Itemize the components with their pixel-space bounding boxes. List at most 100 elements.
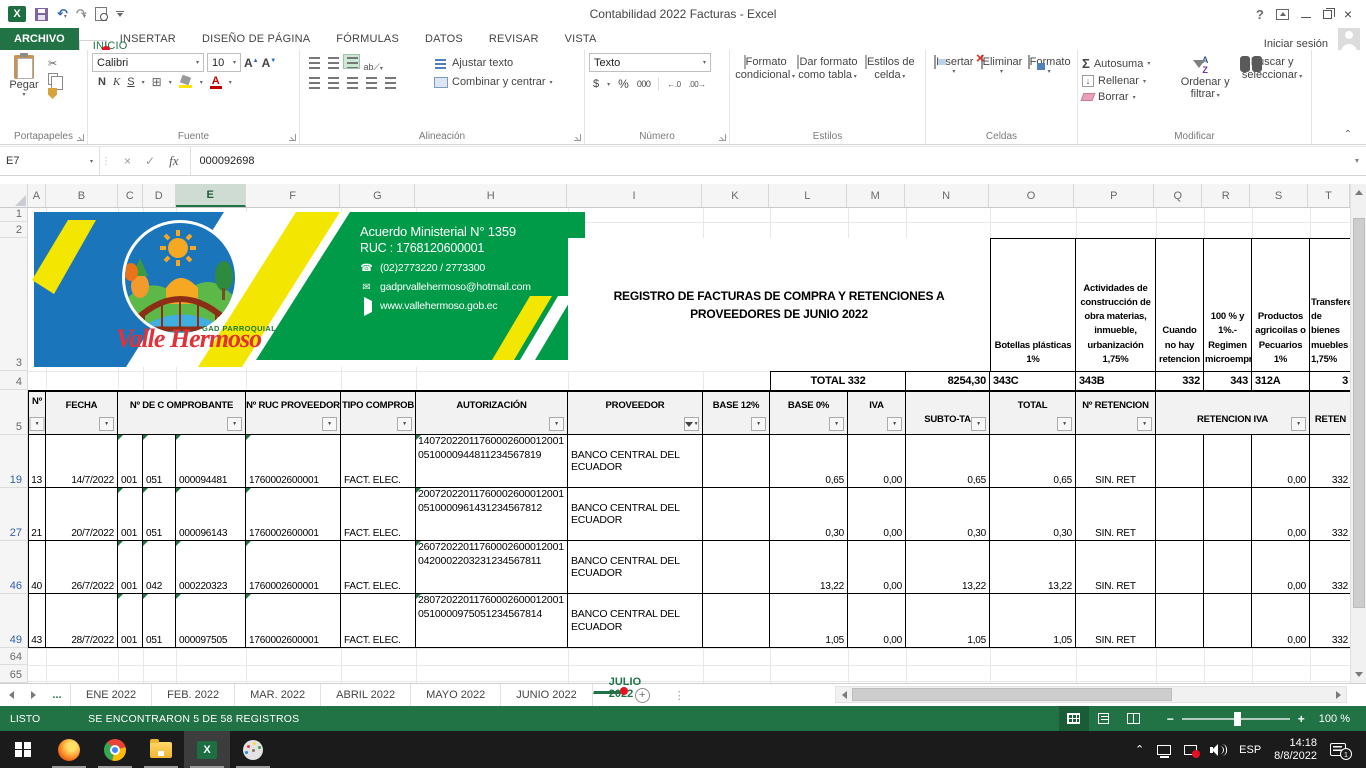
save-icon[interactable] (35, 8, 48, 21)
cancel-icon[interactable]: × (124, 154, 131, 168)
cell-ruc[interactable]: 1760002600001 (246, 541, 341, 594)
tab-archivo[interactable]: ARCHIVO (0, 28, 79, 50)
filter-dropdown-icon[interactable] (1137, 417, 1152, 431)
increase-font-icon[interactable]: A▲ (244, 56, 259, 70)
tray-expand-icon[interactable]: ⌃ (1135, 743, 1144, 756)
header-ruc[interactable]: Nº RUC PROVEEDOR (246, 392, 341, 435)
align-top-icon[interactable] (305, 54, 322, 69)
cell-q[interactable] (1156, 435, 1204, 488)
percent-icon[interactable]: % (618, 77, 629, 91)
underline-button[interactable]: S (127, 76, 134, 88)
cell-autorizacion[interactable]: 2807202201176000260001200105100009750512… (416, 594, 568, 648)
sheet-tab-abril[interactable]: ABRIL 2022 (321, 684, 411, 706)
font-color-icon[interactable]: A (210, 76, 222, 89)
wrap-text-button[interactable]: Ajustar texto (434, 57, 553, 69)
print-preview-icon[interactable] (95, 7, 107, 21)
row-header-filtered[interactable]: 46 (0, 541, 28, 594)
cell-proveedor[interactable]: BANCO CENTRAL DEL ECUADOR (568, 594, 703, 648)
header-proveedor[interactable]: PROVEEDOR (568, 392, 703, 435)
cell-num-retencion[interactable]: SIN. RET (1076, 435, 1156, 488)
row-header[interactable]: 3 (0, 238, 28, 371)
cell-q[interactable] (1156, 541, 1204, 594)
align-center-icon[interactable] (324, 74, 341, 89)
cell-iva[interactable]: 0,00 (848, 541, 906, 594)
zoom-slider-thumb[interactable] (1234, 712, 1241, 726)
cell-subtotal[interactable]: 1,05 (906, 594, 990, 648)
cell-tipo[interactable]: FACT. ELEC. (341, 541, 416, 594)
align-middle-icon[interactable] (324, 54, 341, 69)
sign-in-link[interactable]: Iniciar sesión (1264, 38, 1338, 50)
cell-total[interactable]: 0,30 (990, 488, 1076, 541)
code-332-cell[interactable]: 332 (1156, 371, 1204, 390)
conditional-format-button[interactable]: Formato condicional ▾ (734, 53, 796, 128)
cell-total[interactable]: 1,05 (990, 594, 1076, 648)
row-header[interactable]: 1 (0, 208, 28, 222)
table-row[interactable]: 13 14/7/2022 001 051 000094481 176000260… (28, 435, 1350, 488)
horizontal-scrollbar[interactable] (835, 686, 1347, 703)
cell-serie1[interactable]: 001 (118, 541, 143, 594)
header-base12[interactable]: BASE 12% (703, 392, 770, 435)
cell-serie1[interactable]: 001 (118, 488, 143, 541)
cell-styles-button[interactable]: Estilos de celda ▾ (859, 53, 921, 128)
cell-comprobante[interactable]: 000096143 (176, 488, 246, 541)
start-button[interactable] (0, 731, 46, 768)
sheet-tab-ellipsis[interactable]: ... (44, 684, 70, 706)
row-header-filtered[interactable]: 49 (0, 594, 28, 648)
cell-iva[interactable]: 0,00 (848, 435, 906, 488)
decrease-font-icon[interactable]: A▼ (262, 56, 277, 70)
cell-fecha[interactable]: 20/7/2022 (46, 488, 118, 541)
col-header-p[interactable]: P (1074, 184, 1154, 207)
cell-autorizacion[interactable]: 2007202201176000260001200105100009614312… (416, 488, 568, 541)
cell-ruc[interactable]: 1760002600001 (246, 435, 341, 488)
cell-retencion-iva[interactable]: 0,00 (1252, 541, 1310, 594)
cell-base0[interactable]: 13,22 (770, 541, 848, 594)
row-header[interactable]: 64 (0, 648, 28, 665)
cell-comprobante[interactable]: 000097505 (176, 594, 246, 648)
col-header-a[interactable]: A (28, 184, 46, 207)
filter-dropdown-icon[interactable] (887, 417, 902, 431)
cell-num-retencion[interactable]: SIN. RET (1076, 488, 1156, 541)
fill-button[interactable]: ↓Rellenar▾ (1082, 75, 1173, 87)
tab-diseno[interactable]: DISEÑO DE PÁGINA (189, 28, 323, 50)
restore-icon[interactable] (1323, 10, 1332, 19)
cell-comprobante[interactable]: 000220323 (176, 541, 246, 594)
cell-total[interactable]: 0,65 (990, 435, 1076, 488)
filter-dropdown-icon[interactable] (99, 417, 114, 431)
name-box[interactable]: E7▾ (0, 147, 100, 175)
close-icon[interactable]: × (1344, 9, 1352, 19)
filter-dropdown-icon[interactable] (549, 417, 564, 431)
italic-button[interactable]: K (113, 76, 120, 88)
cell-q[interactable] (1156, 594, 1204, 648)
cell-ret[interactable]: 332 (1310, 594, 1350, 648)
cell-total[interactable]: 13,22 (990, 541, 1076, 594)
cell-comprobante[interactable]: 000094481 (176, 435, 246, 488)
cell-subtotal[interactable]: 13,22 (906, 541, 990, 594)
cell-proveedor[interactable]: BANCO CENTRAL DEL ECUADOR (568, 435, 703, 488)
redo-button[interactable]: ↷▾ (76, 5, 86, 23)
filter-dropdown-icon[interactable] (1057, 417, 1072, 431)
page-layout-view-button[interactable] (1089, 706, 1119, 731)
header-base0[interactable]: BASE 0% (770, 392, 848, 435)
borders-icon[interactable]: ⊞ (152, 75, 162, 89)
scroll-left-icon[interactable] (836, 691, 852, 699)
filter-dropdown-icon[interactable] (751, 417, 766, 431)
cell-ret[interactable]: 332 (1310, 488, 1350, 541)
vertical-scroll-thumb[interactable] (1353, 218, 1365, 608)
sheet-nav-right-icon[interactable] (22, 684, 44, 706)
tab-revisar[interactable]: REVISAR (476, 28, 552, 50)
header-subtotal[interactable]: SUBTO-TA (906, 392, 990, 435)
cell-r[interactable] (1204, 488, 1252, 541)
col-header-h[interactable]: H (415, 184, 567, 207)
cell-tipo[interactable]: FACT. ELEC. (341, 488, 416, 541)
cell-base0[interactable]: 1,05 (770, 594, 848, 648)
cell-retencion-iva[interactable]: 0,00 (1252, 488, 1310, 541)
number-format-combobox[interactable]: Texto▾ (589, 53, 711, 72)
cell-ret[interactable]: 332 (1310, 541, 1350, 594)
col-header-q[interactable]: Q (1154, 184, 1202, 207)
cell-fecha[interactable]: 14/7/2022 (46, 435, 118, 488)
tab-datos[interactable]: DATOS (412, 28, 476, 50)
align-bottom-icon[interactable] (343, 54, 360, 69)
filter-dropdown-icon[interactable] (971, 417, 986, 431)
user-avatar[interactable] (1338, 28, 1360, 50)
delete-cells-button[interactable]: Eliminar▾ (978, 53, 1024, 128)
